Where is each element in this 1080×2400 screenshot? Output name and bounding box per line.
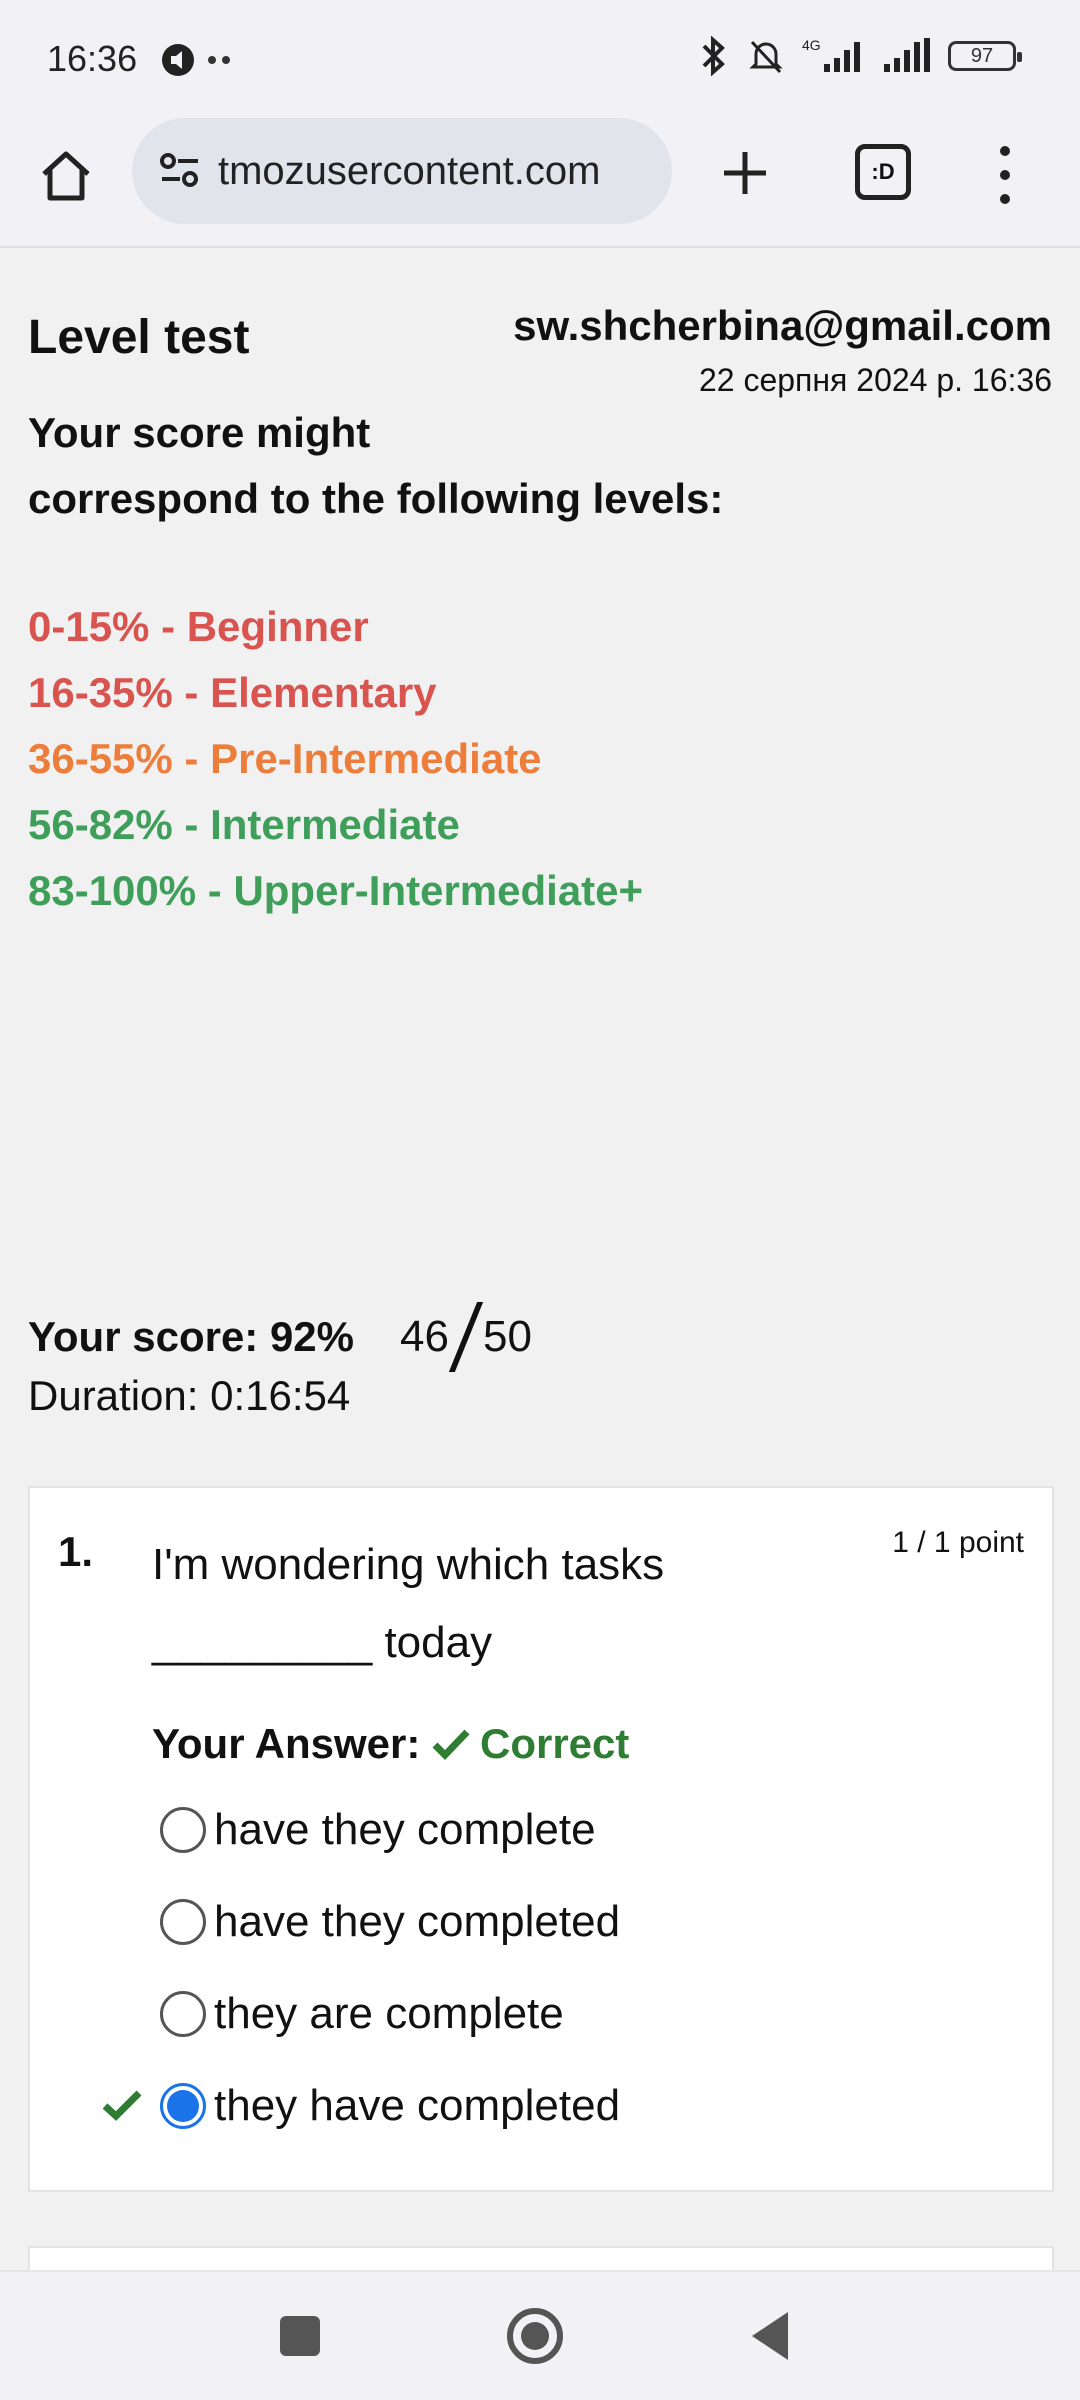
score-fraction: 46 50 bbox=[400, 1302, 532, 1372]
more-notifications-icon bbox=[208, 56, 230, 64]
answer-label: Your Answer: bbox=[152, 1720, 421, 1767]
answer-option[interactable]: have they completed bbox=[160, 1892, 620, 1952]
home-icon bbox=[42, 151, 90, 201]
menu-dot bbox=[1000, 170, 1010, 180]
level-intermediate: 56-82% - Intermediate bbox=[28, 801, 460, 848]
checkmark-icon bbox=[432, 1729, 470, 1761]
option-label: they are complete bbox=[214, 1989, 564, 2038]
score-numerator: 46 bbox=[400, 1312, 449, 1361]
recents-icon[interactable] bbox=[280, 2316, 320, 2356]
radio-button[interactable] bbox=[160, 1899, 206, 1945]
silent-bell-icon bbox=[749, 40, 783, 74]
back-icon[interactable] bbox=[752, 2312, 788, 2360]
home-nav-icon[interactable] bbox=[507, 2308, 563, 2364]
score-intro: Your score might correspond to the follo… bbox=[28, 400, 728, 532]
address-bar[interactable]: tmozusercontent.com bbox=[132, 118, 672, 224]
fraction-slash bbox=[448, 1302, 484, 1372]
radio-button[interactable] bbox=[160, 1991, 206, 2037]
level-elementary: 16-35% - Elementary bbox=[28, 669, 437, 716]
intro-line: correspond to the following levels: bbox=[28, 475, 724, 522]
site-settings-icon[interactable] bbox=[156, 147, 204, 195]
levels-list: 0-15% - Beginner 16-35% - Elementary 36-… bbox=[28, 594, 643, 924]
tab-switcher-button[interactable]: :D bbox=[855, 144, 911, 200]
question-number: 1. bbox=[58, 1528, 94, 1575]
url-text: tmozusercontent.com bbox=[218, 148, 601, 193]
home-button[interactable] bbox=[32, 142, 100, 210]
media-icon bbox=[162, 44, 194, 76]
signal-icon bbox=[884, 38, 930, 72]
new-tab-button[interactable] bbox=[710, 138, 780, 208]
answer-option[interactable]: have they complete bbox=[160, 1800, 596, 1860]
radio-button-selected[interactable] bbox=[160, 2083, 206, 2129]
page-title: Level test bbox=[28, 311, 250, 364]
answer-option-selected[interactable]: they have completed bbox=[160, 2076, 620, 2136]
question-points: 1 / 1 point bbox=[892, 1526, 1024, 1559]
correct-check-icon bbox=[102, 2090, 142, 2121]
status-time: 16:36 bbox=[47, 38, 138, 79]
menu-dot bbox=[1000, 194, 1010, 204]
score-denominator: 50 bbox=[482, 1312, 532, 1361]
page-content: Level test sw.shcherbina@gmail.com 22 се… bbox=[0, 250, 1080, 2286]
answer-status-text: Correct bbox=[480, 1720, 630, 1767]
intro-line: Your score might bbox=[28, 409, 371, 456]
status-left-icons bbox=[160, 42, 236, 78]
radio-button[interactable] bbox=[160, 1807, 206, 1853]
option-label: have they complete bbox=[214, 1805, 596, 1854]
answer-status: Correct bbox=[432, 1720, 629, 1768]
plus-icon bbox=[724, 152, 766, 194]
level-upper-intermediate: 83-100% - Upper-Intermediate+ bbox=[28, 867, 644, 914]
score-percent: Your score: 92% bbox=[28, 1313, 355, 1360]
browser-toolbar: tmozusercontent.com :D bbox=[0, 118, 1080, 248]
question-line: _________ today bbox=[152, 1618, 493, 1667]
answer-option[interactable]: they are complete bbox=[160, 1984, 564, 2044]
user-email: sw.shcherbina@gmail.com bbox=[513, 302, 1052, 349]
level-beginner: 0-15% - Beginner bbox=[28, 603, 369, 650]
level-pre-intermediate: 36-55% - Pre-Intermediate bbox=[28, 735, 542, 782]
menu-dot bbox=[1000, 146, 1010, 156]
question-card: 1. 1 / 1 point I'm wondering which tasks… bbox=[28, 1486, 1054, 2192]
question-line: I'm wondering which tasks bbox=[152, 1540, 665, 1589]
signal-4g-icon: 4G bbox=[802, 37, 860, 72]
svg-text:4G: 4G bbox=[802, 37, 821, 53]
duration: Duration: 0:16:54 bbox=[28, 1372, 351, 1419]
question-text: I'm wondering which tasks _________ toda… bbox=[152, 1526, 772, 1682]
score-line: Your score: 92% 46 50 bbox=[28, 1302, 532, 1372]
status-bar: 16:36 4G 97 bbox=[0, 0, 1080, 118]
bluetooth-icon bbox=[702, 36, 725, 76]
battery-icon: 97 bbox=[948, 41, 1022, 71]
status-right-icons: 4G 97 bbox=[696, 36, 1022, 76]
more-menu-button[interactable] bbox=[985, 140, 1025, 210]
system-nav-bar bbox=[0, 2270, 1080, 2400]
option-label: have they completed bbox=[214, 1897, 621, 1946]
option-label: they have completed bbox=[214, 2081, 621, 2130]
submission-timestamp: 22 серпня 2024 р. 16:36 bbox=[698, 362, 1052, 398]
